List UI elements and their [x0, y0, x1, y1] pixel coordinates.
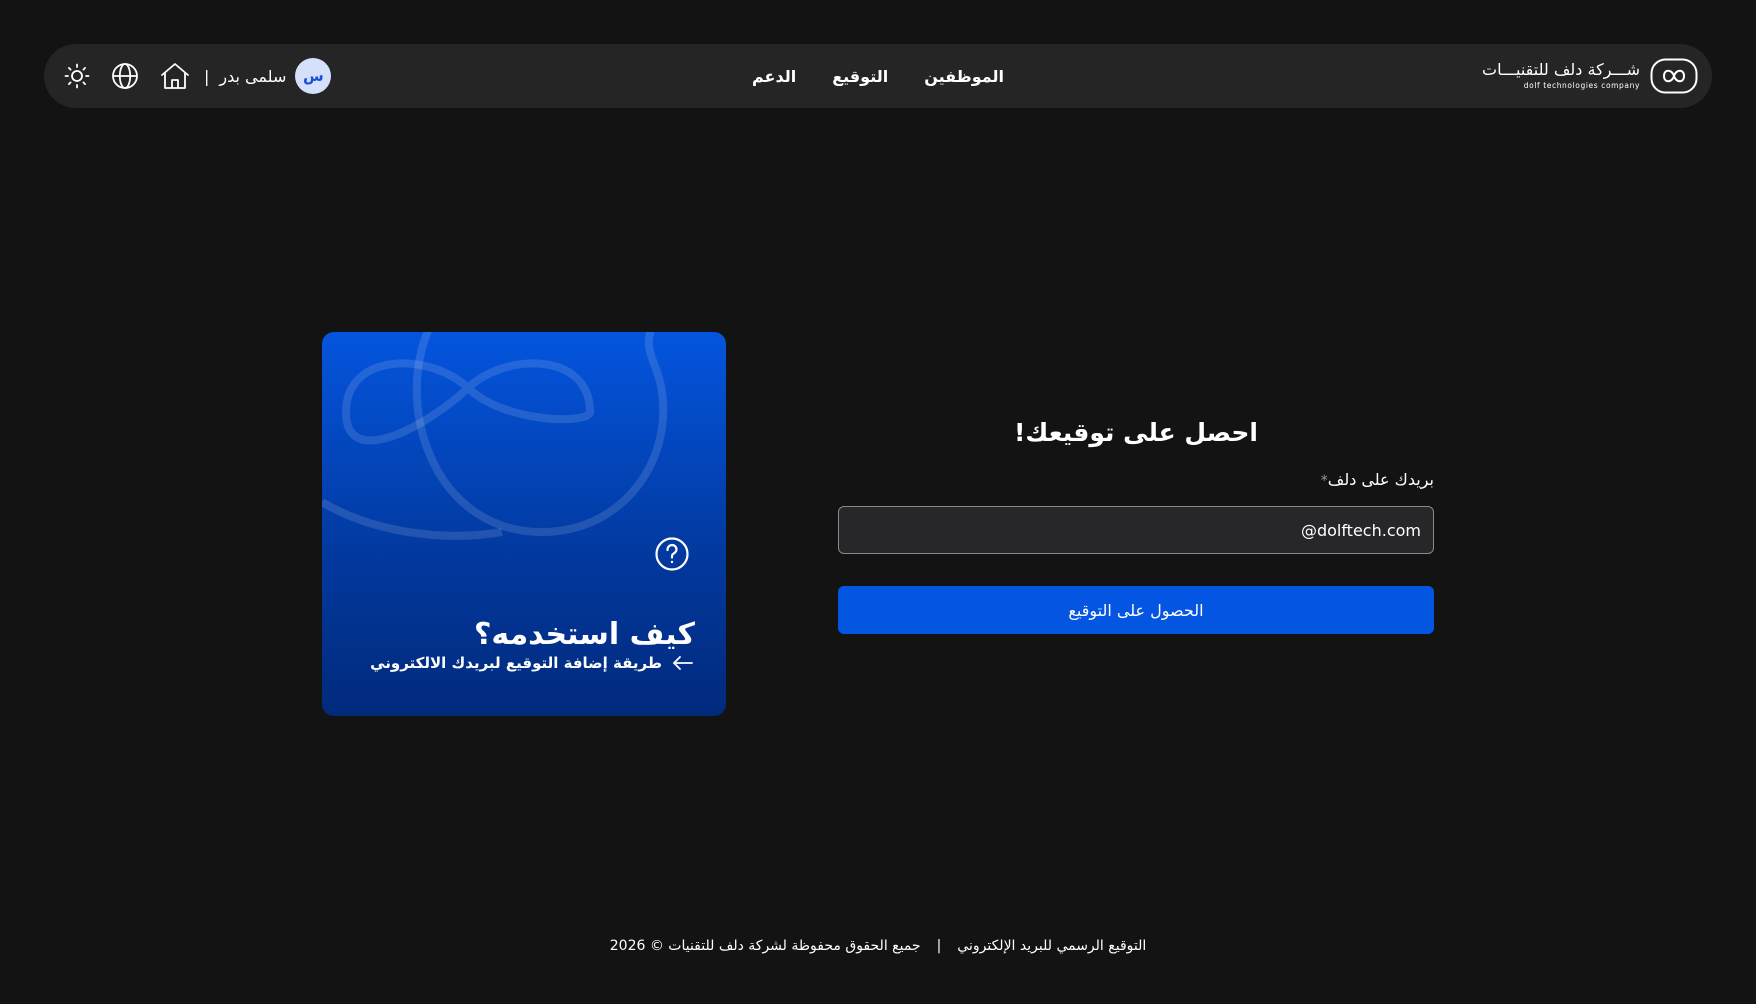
home-icon: [161, 63, 189, 89]
brand-text: شـــركة دلف للتقنيـــات dolf technologie…: [1482, 62, 1640, 90]
brand-logo[interactable]: شـــركة دلف للتقنيـــات dolf technologie…: [1482, 58, 1698, 94]
top-header: شـــركة دلف للتقنيـــات dolf technologie…: [44, 44, 1712, 108]
arrow-left-icon: [673, 656, 693, 670]
footer-separator: |: [936, 938, 942, 954]
brand-name-ar: شـــركة دلف للتقنيـــات: [1482, 60, 1640, 80]
avatar[interactable]: س: [295, 58, 332, 94]
footer: التوقيع الرسمي للبريد الإلكتروني | جميع …: [0, 938, 1756, 954]
nav-item-signature[interactable]: التوقيع: [832, 67, 888, 86]
language-button[interactable]: [110, 61, 140, 91]
home-button[interactable]: [160, 61, 190, 91]
email-label: بريدك على دلف*: [838, 468, 1434, 492]
brand-name-en: dolf technologies company: [1523, 81, 1640, 91]
sun-icon: [64, 63, 90, 89]
required-mark: *: [1320, 473, 1328, 489]
signature-form: احصل على توقيعك! بريدك على دلف* الحصول ع…: [838, 412, 1434, 634]
how-to-add-signature-link[interactable]: طريقة إضافة التوقيع لبريدك الالكتروني: [370, 654, 694, 672]
get-signature-button[interactable]: الحصول على التوقيع: [838, 586, 1434, 634]
card-title: كيف استخدمه؟: [473, 616, 695, 652]
globe-icon: [112, 63, 138, 89]
card-link-label: طريقة إضافة التوقيع لبريدك الالكتروني: [370, 654, 662, 672]
nav-item-support[interactable]: الدعم: [752, 67, 796, 86]
footer-title: التوقيع الرسمي للبريد الإلكتروني: [957, 938, 1147, 954]
help-icon: [655, 537, 689, 571]
user-area: | سلمى بدر س: [62, 44, 332, 108]
email-label-text: بريدك على دلف: [1327, 470, 1434, 489]
email-input[interactable]: [838, 506, 1434, 554]
how-to-use-card: كيف استخدمه؟ طريقة إضافة التوقيع لبريدك …: [322, 332, 726, 716]
footer-copyright: جميع الحقوق محفوظة لشركة دلف للتقنيات © …: [609, 938, 921, 954]
user-name[interactable]: سلمى بدر: [219, 67, 286, 86]
form-title: احصل على توقيعك!: [1014, 418, 1258, 447]
theme-toggle-button[interactable]: [62, 61, 92, 91]
infinity-logo-icon: [1650, 58, 1698, 94]
nav-item-employees[interactable]: الموظفين: [924, 67, 1004, 86]
user-separator: |: [204, 66, 210, 86]
